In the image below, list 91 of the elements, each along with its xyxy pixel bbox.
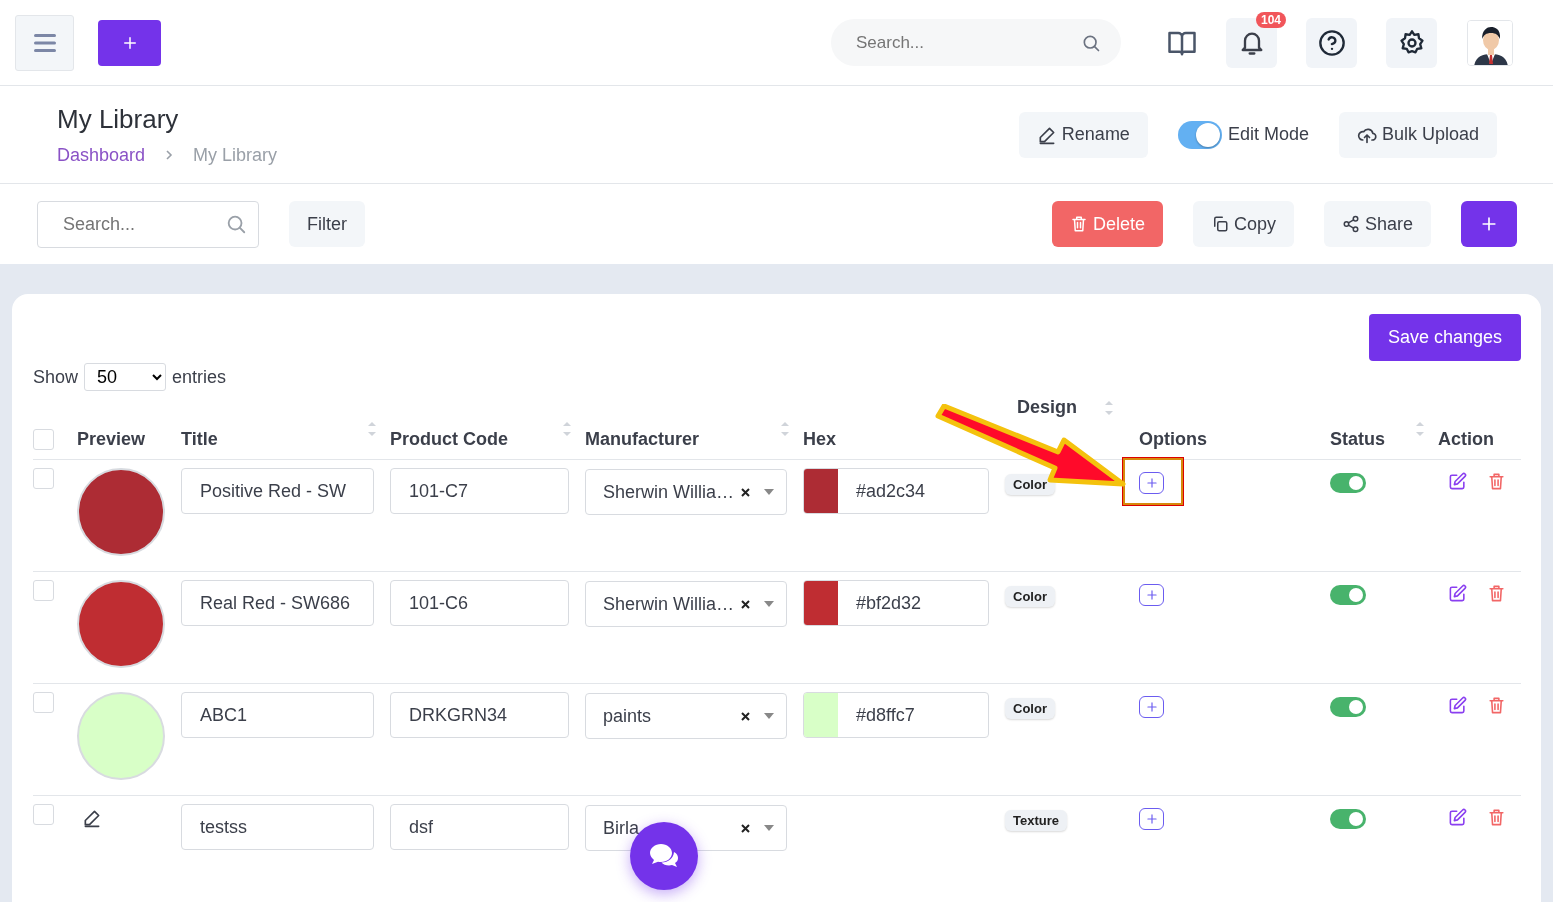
plus-icon (1144, 812, 1159, 826)
design-type-tag: Color (1005, 698, 1055, 719)
clear-icon[interactable] (741, 487, 750, 497)
product-code-field[interactable]: DRKGRN34 (390, 692, 569, 738)
manufacturer-select[interactable]: Sherwin Willia… (585, 469, 787, 515)
design-type-tag: Color (1005, 586, 1055, 607)
status-toggle[interactable] (1330, 809, 1366, 829)
trash-icon[interactable] (1487, 472, 1506, 491)
column-header[interactable]: Product Code (390, 418, 571, 450)
edit-icon[interactable] (1448, 472, 1467, 491)
edit-icon[interactable] (1448, 808, 1467, 827)
menu-button[interactable] (15, 14, 74, 71)
plus-icon (1144, 700, 1159, 714)
breadcrumb-current: My Library (193, 144, 278, 166)
clear-icon[interactable] (741, 711, 750, 721)
share-icon (1341, 215, 1360, 233)
add-button[interactable] (98, 19, 161, 66)
settings-icon (1397, 28, 1426, 57)
hex-field[interactable]: #d8ffc7 (803, 692, 989, 738)
title-field[interactable]: Real Red - SW686 (181, 580, 374, 626)
column-header[interactable]: Title (181, 418, 376, 450)
add-option-button[interactable] (1139, 808, 1164, 830)
dropdown-caret-icon[interactable] (764, 825, 774, 831)
entries-select[interactable]: 50 (84, 363, 167, 391)
bulk-upload-button[interactable]: Bulk Upload (1338, 111, 1497, 158)
column-header[interactable]: Status (1330, 418, 1424, 450)
product-code-field[interactable]: 101-C7 (390, 468, 569, 514)
column-header[interactable]: Design (1017, 397, 1113, 418)
row-checkbox[interactable] (33, 692, 54, 713)
help-button[interactable] (1306, 17, 1357, 68)
avatar[interactable] (1467, 19, 1513, 66)
page-title: My Library (57, 103, 180, 135)
hex-field[interactable]: #bf2d32 (803, 580, 989, 626)
dropdown-caret-icon[interactable] (764, 713, 774, 719)
trash-icon[interactable] (1487, 584, 1506, 603)
search-icon (225, 213, 247, 235)
row-checkbox[interactable] (33, 468, 54, 489)
add-option-button[interactable] (1139, 696, 1164, 718)
clear-icon[interactable] (741, 823, 750, 833)
column-header[interactable]: Preview (77, 429, 146, 450)
save-changes-button[interactable]: Save changes (1368, 314, 1521, 361)
share-button[interactable]: Share (1323, 201, 1431, 247)
filter-button[interactable]: Filter (289, 201, 365, 247)
column-header[interactable]: Action (1438, 429, 1494, 450)
toggle-switch[interactable] (1177, 120, 1222, 149)
edit-icon[interactable] (1448, 584, 1467, 603)
title-field[interactable]: ABC1 (181, 692, 374, 738)
title-field[interactable]: testss (181, 804, 374, 850)
trash-icon[interactable] (1487, 696, 1506, 715)
title-field[interactable]: Positive Red - SW (181, 468, 374, 514)
add-button[interactable] (1461, 201, 1517, 247)
show-label: Show (33, 366, 79, 388)
notification-count: 104 (1255, 11, 1286, 28)
column-header[interactable]: Manufacturer (585, 418, 789, 450)
chevron-icon (165, 149, 174, 161)
product-code-field[interactable]: 101-C6 (390, 580, 569, 626)
column-header[interactable]: Hex (803, 429, 837, 450)
column-header[interactable]: Options (1139, 429, 1207, 450)
product-code-field[interactable]: dsf (390, 804, 569, 850)
manufacturer-select[interactable]: paints (585, 693, 787, 739)
menu-icon (33, 32, 56, 53)
chat-icon (648, 842, 680, 870)
rename-button[interactable]: Rename (1018, 111, 1148, 158)
search-field[interactable]: Search... (831, 19, 1121, 66)
manufacturer-select[interactable]: Sherwin Willia… (585, 581, 787, 627)
dropdown-caret-icon[interactable] (764, 601, 774, 607)
row-checkbox[interactable] (33, 580, 54, 601)
status-toggle[interactable] (1330, 697, 1366, 717)
settings-button[interactable] (1386, 17, 1437, 68)
add-option-button[interactable] (1139, 584, 1164, 606)
copy-button[interactable]: Copy (1192, 201, 1294, 247)
toggle-label: Edit Mode (1227, 124, 1309, 145)
hex-field[interactable]: #ad2c34 (803, 468, 989, 514)
add-option-button[interactable] (1139, 472, 1164, 494)
status-toggle[interactable] (1330, 473, 1366, 493)
help-icon (1317, 28, 1346, 57)
plus-icon (1144, 588, 1159, 602)
plus-icon (1144, 476, 1159, 490)
dropdown-caret-icon[interactable] (764, 489, 774, 495)
status-toggle[interactable] (1330, 585, 1366, 605)
entries-label: entries (172, 366, 227, 388)
trash-icon (1069, 215, 1088, 233)
clear-icon[interactable] (741, 599, 750, 609)
search-field[interactable]: Search... (37, 200, 259, 248)
design-type-tag: Color (1005, 474, 1055, 495)
design-type-tag: Texture (1005, 810, 1067, 831)
breadcrumb-link[interactable]: Dashboard (57, 144, 146, 166)
trash-icon[interactable] (1487, 808, 1506, 827)
select-all-checkbox[interactable] (33, 429, 54, 450)
edit-icon[interactable] (1448, 696, 1467, 715)
row-checkbox[interactable] (33, 804, 54, 825)
